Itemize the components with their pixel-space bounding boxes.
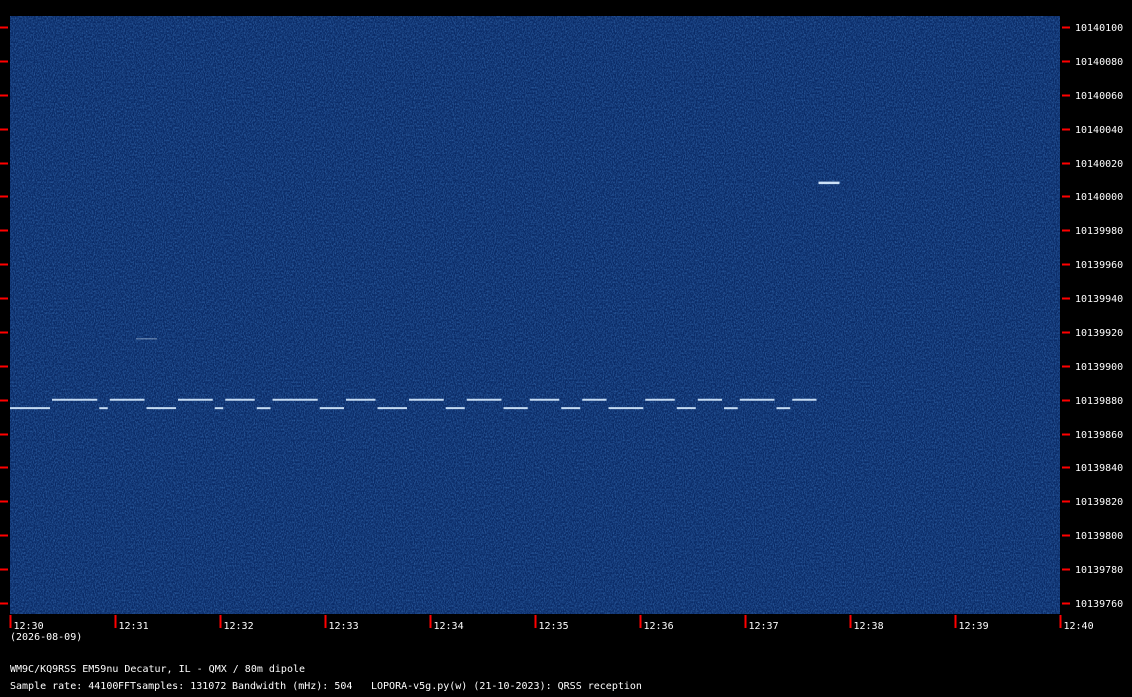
bandwidth-label: Bandwidth (mHz): 504 (232, 681, 353, 692)
x-tick-label: 12:40 (1064, 621, 1094, 632)
y-tick-label: 10139960 (1075, 260, 1123, 271)
x-tick-label: 12:30 (14, 621, 44, 632)
y-tick-label: 10139920 (1075, 328, 1123, 339)
y-tick-label: 10139780 (1075, 565, 1123, 576)
y-tick-label: 10139820 (1075, 497, 1123, 508)
x-tick-label: 12:31 (119, 621, 149, 632)
y-tick-label: 10139760 (1075, 599, 1123, 610)
y-tick-label: 10140060 (1075, 91, 1123, 102)
sample-rate-label: Sample rate: 44100 (10, 681, 119, 692)
y-tick-label: 10140000 (1075, 192, 1123, 203)
x-tick-label: 12:36 (644, 621, 674, 632)
y-tick-label: 10139840 (1075, 463, 1123, 474)
x-tick-label: 12:32 (224, 621, 254, 632)
x-tick-label: 12:33 (329, 621, 359, 632)
y-tick-label: 10140020 (1075, 159, 1123, 170)
y-tick-label: 10139880 (1075, 396, 1123, 407)
x-tick-label: 12:34 (434, 621, 464, 632)
software-label: LOPORA-v5g.py(w) (21-10-2023): QRSS rece… (371, 681, 642, 692)
fft-samples-label: FFTsamples: 131072 (118, 681, 227, 692)
plot-noise (10, 16, 1060, 614)
station-label: WM9C/KQ9RSS EM59nu Decatur, IL - QMX / 8… (10, 664, 306, 675)
x-tick-label: 12:37 (749, 621, 779, 632)
date-label: (2026-08-09) (10, 632, 83, 643)
y-tick-label: 10139860 (1075, 430, 1123, 441)
grabber-chart: 10140100 10140080 10140060 10140040 10140020… (0, 16, 1123, 632)
y-tick-label: 10139980 (1075, 226, 1123, 237)
y-tick-label: 10140040 (1075, 125, 1123, 136)
x-tick-label: 12:35 (539, 621, 569, 632)
bottom-axis: 12:30 12:31 12:32 12:33 12:34 12:35 12:36 12:37… (9, 615, 1094, 632)
x-tick-label: 12:39 (959, 621, 989, 632)
left-axis-ticks (0, 26, 8, 605)
y-tick-label: 10140080 (1075, 57, 1123, 68)
y-tick-label: 10140100 (1075, 23, 1123, 34)
y-tick-label: 10139900 (1075, 362, 1123, 373)
right-axis: 10140100 10140080 10140060 10140040 10140020… (1062, 23, 1123, 610)
y-tick-label: 10139800 (1075, 531, 1123, 542)
y-tick-label: 10139940 (1075, 294, 1123, 305)
x-tick-label: 12:38 (854, 621, 884, 632)
